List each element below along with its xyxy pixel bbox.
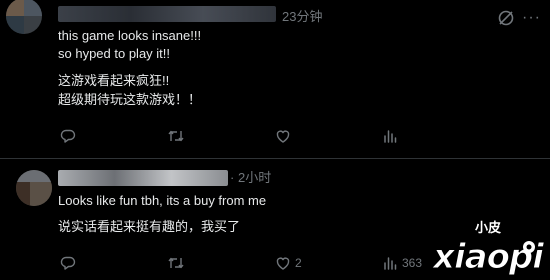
repost-button[interactable] [167, 255, 189, 271]
reply-icon [60, 256, 76, 270]
like-button[interactable] [275, 128, 295, 144]
avatar[interactable] [6, 0, 42, 34]
reply-icon [60, 129, 76, 143]
views-icon [384, 130, 397, 143]
comment-text-line: so hyped to play it!! [58, 46, 171, 61]
svg-text:小皮: 小皮 [475, 220, 501, 236]
username-redacted[interactable] [58, 6, 276, 22]
timestamp[interactable]: 2小时 [238, 170, 271, 186]
views-icon [384, 257, 397, 270]
site-watermark-logo: 小皮 xiaopi [431, 220, 546, 278]
translation-text-line: 说实话看起来挺有趣的，我买了 [58, 219, 241, 234]
grok-icon[interactable] [497, 9, 515, 27]
reply-button[interactable] [60, 128, 80, 144]
more-icon[interactable]: ··· [522, 10, 541, 26]
like-count: 2 [295, 256, 302, 270]
view-count: 363 [402, 256, 423, 270]
translation-text-line: 这游戏看起来疯狂!! [58, 73, 170, 88]
avatar[interactable] [16, 170, 52, 206]
separator-dot: · [230, 170, 235, 185]
comment-text-line: this game looks insane!!! [58, 28, 202, 43]
repost-icon [168, 257, 184, 269]
divider [0, 158, 550, 159]
views-button[interactable] [382, 128, 402, 144]
repost-button[interactable] [167, 128, 189, 144]
timestamp[interactable]: 23分钟 [282, 9, 322, 25]
like-icon [276, 257, 290, 270]
repost-icon [168, 130, 184, 142]
like-button[interactable]: 2 [275, 255, 302, 271]
views-button[interactable]: 363 [382, 255, 422, 271]
username-redacted[interactable] [58, 170, 228, 186]
reply-button[interactable] [60, 255, 80, 271]
like-icon [276, 130, 290, 143]
comment-text-line: Looks like fun tbh, its a buy from me [58, 193, 267, 208]
translation-text-line: 超级期待玩这款游戏！！ [58, 92, 202, 107]
